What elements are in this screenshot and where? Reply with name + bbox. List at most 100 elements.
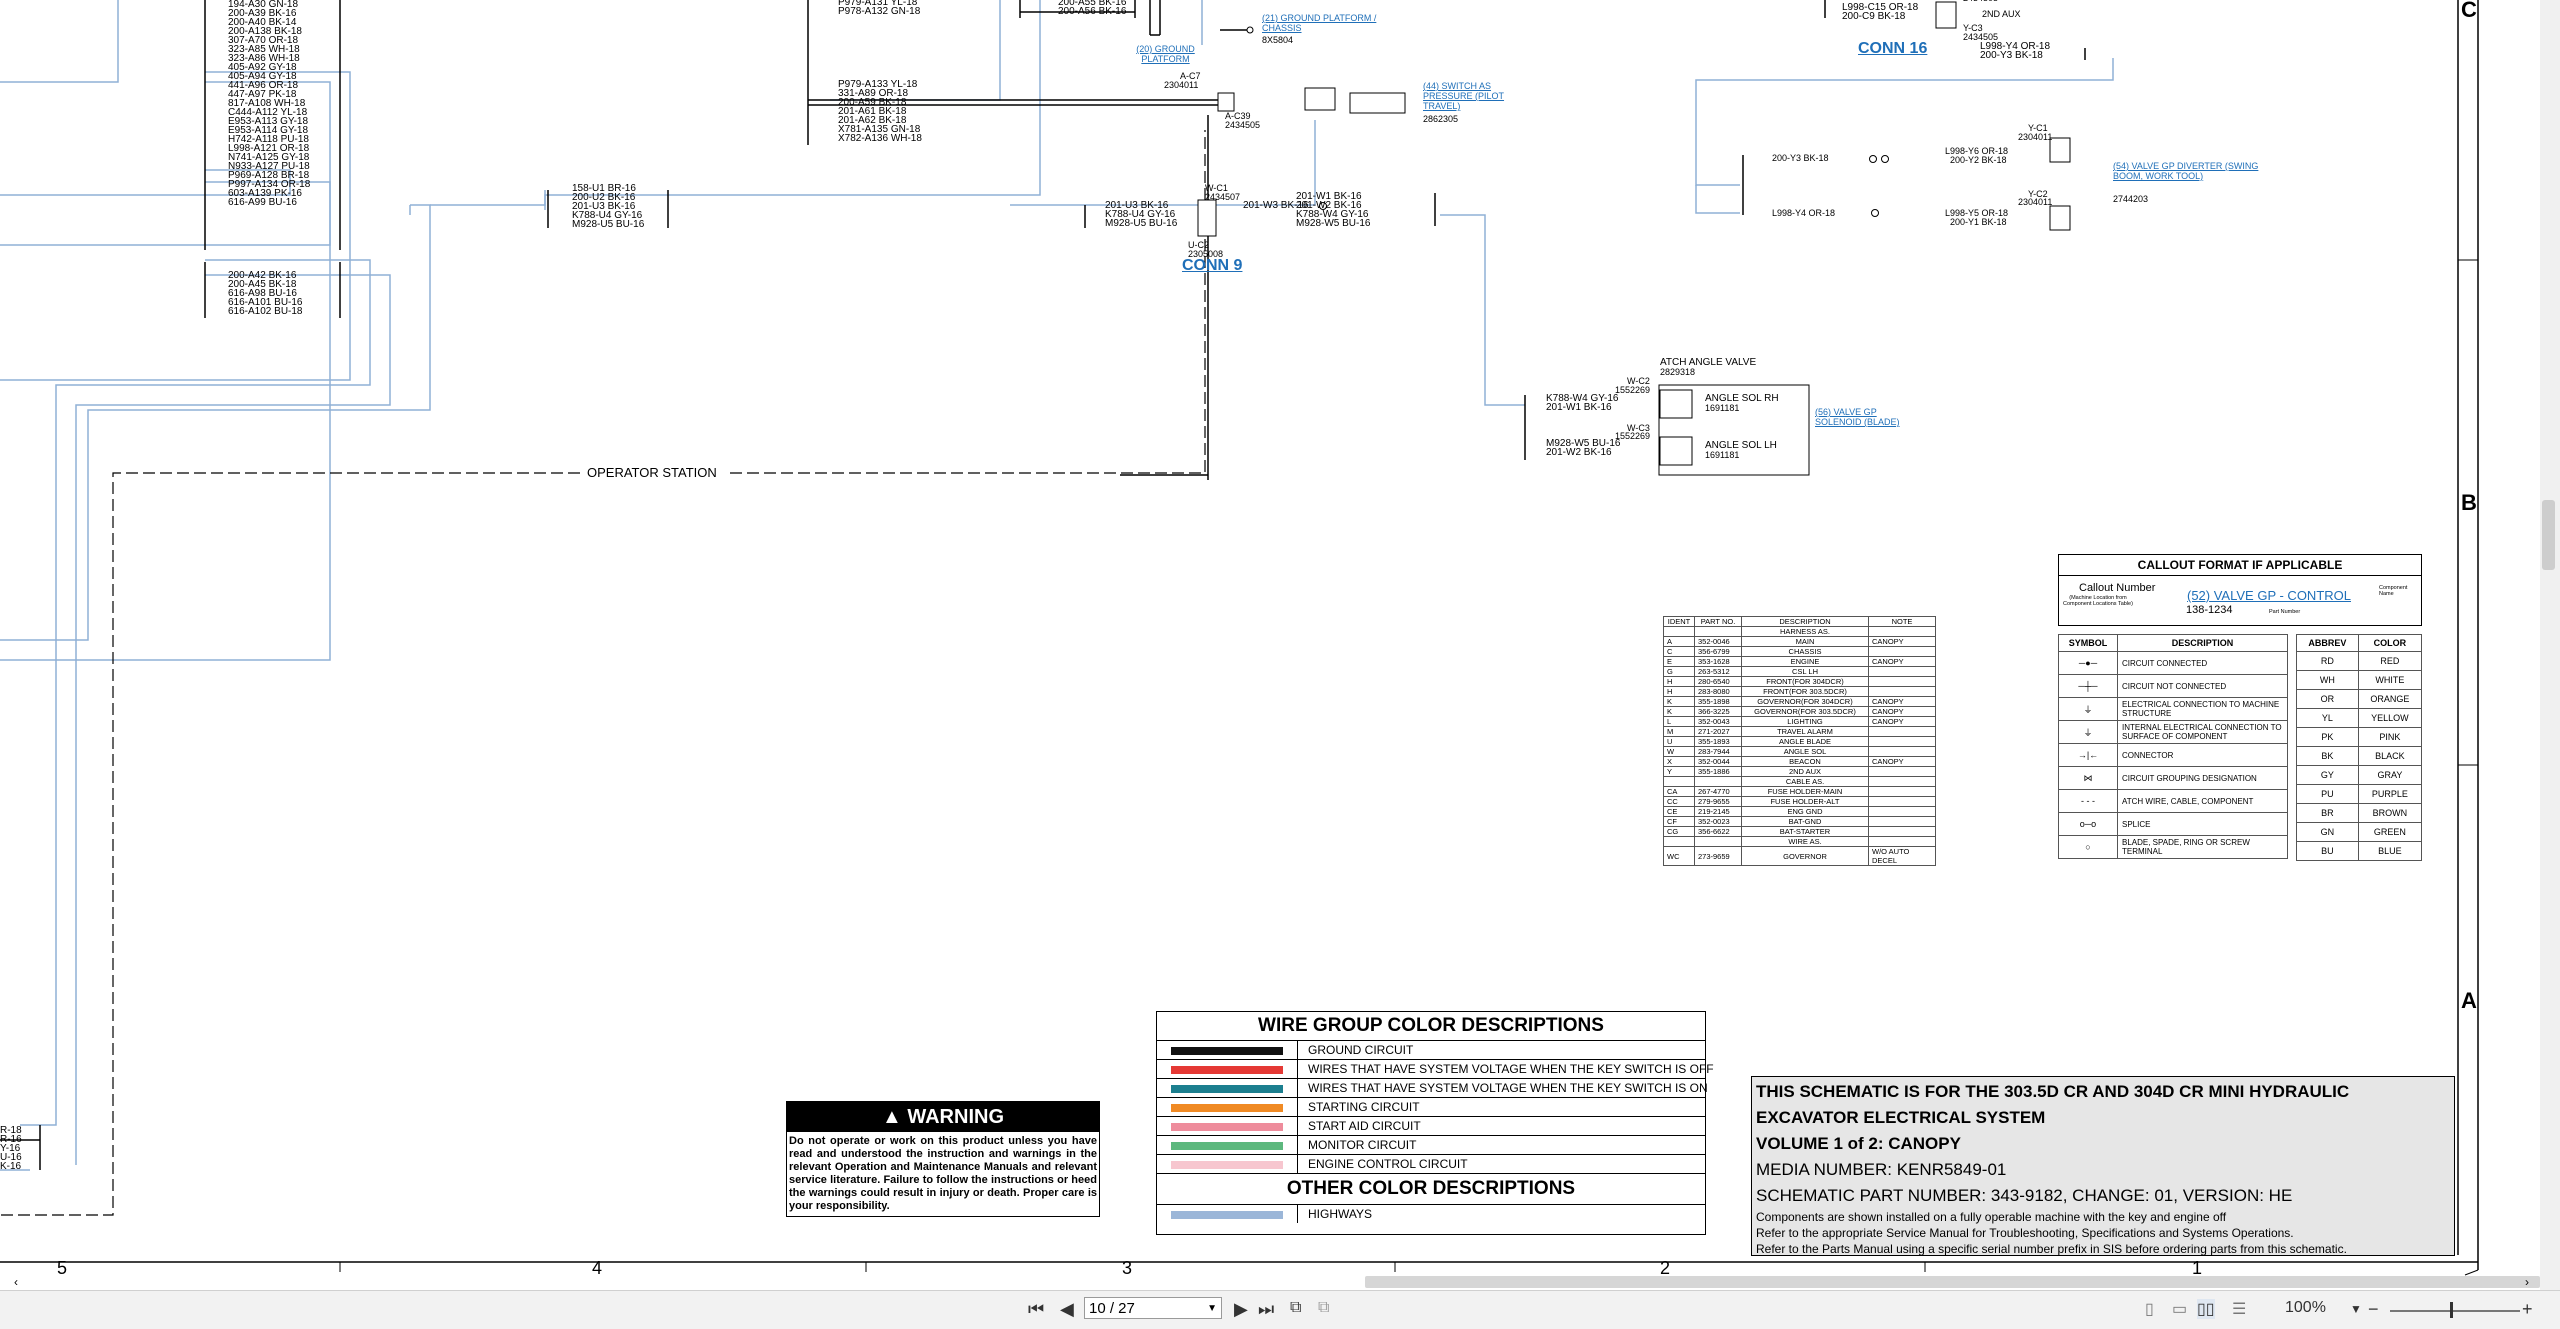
table-row: BU BLUE bbox=[2296, 841, 2423, 861]
chevron-down-icon[interactable]: ▼ bbox=[1207, 1298, 1217, 1320]
callout-link-ground-platform[interactable]: (20) GROUND PLATFORM bbox=[1128, 44, 1203, 64]
table-cell: M bbox=[1663, 726, 1695, 737]
page-number-input[interactable]: 10 / 27 ▼ bbox=[1084, 1297, 1222, 1319]
connector-link-conn16[interactable]: CONN 16 bbox=[1858, 40, 1927, 58]
table-cell: 267-4770 bbox=[1694, 786, 1742, 797]
circuit-connected-icon: ─●─ bbox=[2058, 651, 2118, 675]
table-header: IDENT bbox=[1663, 616, 1695, 627]
color-swatch bbox=[1171, 1141, 1283, 1150]
warning-header: ▲ WARNING bbox=[787, 1102, 1099, 1132]
paste-icon[interactable]: ⧉ bbox=[1318, 1299, 1329, 1317]
table-header: DESCRIPTION bbox=[2117, 634, 2288, 652]
vertical-scroll-thumb[interactable] bbox=[2542, 500, 2555, 570]
table-row: CG 356-6622 BAT-STARTER bbox=[1663, 826, 1936, 837]
table-row: ─┼─ CIRCUIT NOT CONNECTED bbox=[2058, 674, 2288, 698]
table-cell: 366-3225 bbox=[1694, 706, 1742, 717]
table-cell: PINK bbox=[2357, 727, 2423, 747]
electrical-connection-icon: ⏚ bbox=[2058, 697, 2118, 721]
callout-link-blade[interactable]: (56) VALVE GP SOLENOID (BLADE) bbox=[1815, 407, 1915, 427]
table-row: o─o SPLICE bbox=[2058, 812, 2288, 836]
table-cell: PURPLE bbox=[2357, 784, 2423, 804]
table-cell: FRONT(FOR 304DCR) bbox=[1741, 676, 1869, 687]
table-row: CE 219-2145 ENG GND bbox=[1663, 806, 1936, 817]
table-cell: CHASSIS bbox=[1741, 646, 1869, 657]
callout-link-switch[interactable]: (44) SWITCH AS PRESSURE (PILOT TRAVEL) bbox=[1423, 81, 1513, 111]
single-page-icon[interactable]: ▯ bbox=[2145, 1299, 2154, 1319]
color-swatch bbox=[1171, 1122, 1283, 1131]
table-cell: W/O AUTO DECEL bbox=[1868, 846, 1936, 866]
legend-row: HIGHWAYS bbox=[1157, 1204, 1705, 1223]
horizontal-scrollbar[interactable] bbox=[1365, 1276, 2540, 1288]
zoom-slider-thumb[interactable] bbox=[2450, 1302, 2453, 1318]
next-page-icon[interactable]: ▶ bbox=[1234, 1299, 1248, 1320]
previous-page-icon[interactable]: ◀ bbox=[1060, 1299, 1074, 1320]
two-page-continuous-icon[interactable]: ☰ bbox=[2232, 1299, 2246, 1319]
table-cell: WC bbox=[1663, 846, 1695, 866]
table-cell: X bbox=[1663, 756, 1695, 767]
zoom-slider[interactable] bbox=[2390, 1310, 2520, 1312]
table-row: H 280-6540 FRONT(FOR 304DCR) bbox=[1663, 676, 1936, 687]
table-cell bbox=[1694, 626, 1742, 637]
table-row: H 283-8080 FRONT(FOR 303.5DCR) bbox=[1663, 686, 1936, 697]
part-number: 2304011 bbox=[1164, 80, 1199, 90]
title-line: VOLUME 1 of 2: CANOPY bbox=[1756, 1134, 1961, 1153]
table-row: A 352-0046 MAIN CANOPY bbox=[1663, 636, 1936, 647]
zoom-in-icon[interactable]: + bbox=[2522, 1299, 2533, 1320]
legend-label: START AID CIRCUIT bbox=[1308, 1119, 1421, 1133]
table-cell: BAT-GND bbox=[1741, 816, 1869, 827]
part-number: 1691181 bbox=[1705, 403, 1740, 413]
first-page-icon[interactable]: ⏮ bbox=[1028, 1299, 1044, 1320]
table-cell: CANOPY bbox=[1868, 716, 1936, 727]
callout-example-link[interactable]: (52) VALVE GP - CONTROL bbox=[2187, 589, 2351, 603]
terminal-icon: ○ bbox=[2058, 835, 2118, 859]
table-header: PART NO. bbox=[1694, 616, 1742, 627]
scroll-right-icon[interactable]: › bbox=[2525, 1275, 2529, 1289]
table-row: C 356-6799 CHASSIS bbox=[1663, 646, 1936, 657]
table-cell: CANOPY bbox=[1868, 656, 1936, 667]
table-row: K 366-3225 GOVERNOR(FOR 303.5DCR) CANOPY bbox=[1663, 706, 1936, 717]
table-row: WH WHITE bbox=[2296, 670, 2423, 690]
last-page-icon[interactable]: ⏭ bbox=[1258, 1299, 1274, 1320]
table-row: CABLE AS. bbox=[1663, 776, 1936, 787]
table-header: COLOR bbox=[2357, 634, 2423, 652]
callout-note: (Machine Location from Component Locatio… bbox=[2063, 595, 2133, 607]
table-row: →|← CONNECTOR bbox=[2058, 743, 2288, 767]
zoom-level[interactable]: 100% bbox=[2285, 1299, 2326, 1317]
scroll-left-icon[interactable]: ‹ bbox=[14, 1275, 18, 1289]
table-cell: CSL LH bbox=[1741, 666, 1869, 677]
wire-label: 201-W2 BK-16 bbox=[1546, 447, 1612, 458]
wire-group-legend-title: WIRE GROUP COLOR DESCRIPTIONS bbox=[1258, 1015, 1604, 1036]
component-name-label: Component Name bbox=[2379, 585, 2408, 597]
table-cell: CANOPY bbox=[1868, 636, 1936, 647]
connector-link-conn9[interactable]: CONN 9 bbox=[1182, 257, 1242, 275]
table-cell: ENG GND bbox=[1741, 806, 1869, 817]
dashed-line-icon: - - - bbox=[2058, 789, 2118, 813]
wire-label: X782-A136 WH-18 bbox=[838, 133, 922, 144]
internal-connection-icon: ⏚ bbox=[2058, 720, 2118, 744]
two-page-icon[interactable]: ▯▯ bbox=[2197, 1299, 2215, 1319]
legend-label: STARTING CIRCUIT bbox=[1308, 1100, 1420, 1114]
table-cell: G bbox=[1663, 666, 1695, 677]
callout-link-diverter[interactable]: (54) VALVE GP DIVERTER (SWING BOOM, WORK… bbox=[2113, 161, 2263, 181]
table-cell: BR bbox=[2296, 803, 2359, 823]
table-cell: FRONT(FOR 303.5DCR) bbox=[1741, 686, 1869, 697]
vertical-scrollbar[interactable] bbox=[2540, 0, 2560, 1290]
copy-icon[interactable]: ⧉ bbox=[1290, 1299, 1301, 1317]
zoom-out-icon[interactable]: − bbox=[2368, 1299, 2379, 1320]
table-header: DESCRIPTION bbox=[1741, 616, 1869, 627]
table-cell bbox=[1868, 826, 1936, 837]
table-row: GN GREEN bbox=[2296, 822, 2423, 842]
legend-row: MONITOR CIRCUIT bbox=[1157, 1135, 1705, 1154]
table-cell: WIRE AS. bbox=[1741, 836, 1869, 847]
table-cell: 219-2145 bbox=[1694, 806, 1742, 817]
table-row: L 352-0043 LIGHTING CANOPY bbox=[1663, 716, 1936, 727]
continuous-page-icon[interactable]: ▭ bbox=[2172, 1299, 2187, 1319]
table-cell: CANOPY bbox=[1868, 696, 1936, 707]
table-header: NOTE bbox=[1868, 616, 1936, 627]
callout-link-ground-chassis[interactable]: (21) GROUND PLATFORM / CHASSIS bbox=[1262, 13, 1382, 33]
part-number: 2829318 bbox=[1660, 367, 1696, 377]
zoom-dropdown-icon[interactable]: ▼ bbox=[2350, 1302, 2362, 1316]
table-row: CC 279-9655 FUSE HOLDER-ALT bbox=[1663, 796, 1936, 807]
table-cell: RD bbox=[2296, 651, 2359, 671]
table-cell: WHITE bbox=[2357, 670, 2423, 690]
